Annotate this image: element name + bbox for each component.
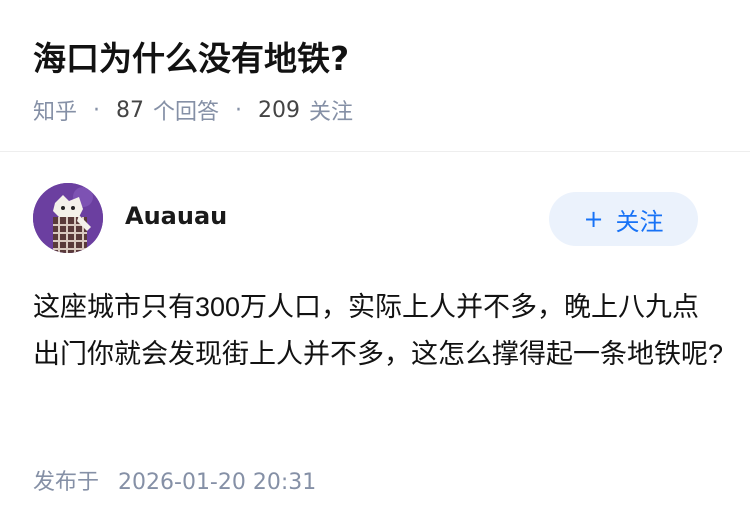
avatar-image [33, 183, 103, 253]
question-header: 海口为什么没有地铁? 知乎 · 87 个回答 · 209 关注 [0, 0, 750, 152]
separator-dot: · [235, 97, 243, 123]
follow-button[interactable]: + 关注 [549, 192, 698, 246]
published-info: 发布于 2026-01-20 20:31 [33, 464, 316, 496]
published-time: 2026-01-20 20:31 [118, 470, 317, 495]
follow-label: 关注 [615, 207, 664, 236]
answers-count: 87 [116, 97, 145, 123]
question-title[interactable]: 海口为什么没有地铁? [33, 36, 349, 82]
answer-content[interactable]: 这座城市只有300万人口，实际上人并不多，晚上八九点出门你就会发现街上人并不多，… [33, 284, 723, 378]
published-label: 发布于 [33, 470, 100, 495]
question-meta: 知乎 · 87 个回答 · 209 关注 [33, 94, 353, 126]
answers-label[interactable]: 个回答 [153, 94, 219, 126]
plus-icon: + [583, 205, 604, 233]
author-row: Auauau + 关注 [33, 183, 698, 255]
source-label[interactable]: 知乎 [33, 94, 77, 126]
separator-dot: · [93, 97, 101, 123]
author-name[interactable]: Auauau [125, 200, 227, 232]
avatar[interactable] [33, 183, 103, 253]
followers-label[interactable]: 关注 [309, 94, 353, 126]
followers-count: 209 [258, 97, 301, 123]
